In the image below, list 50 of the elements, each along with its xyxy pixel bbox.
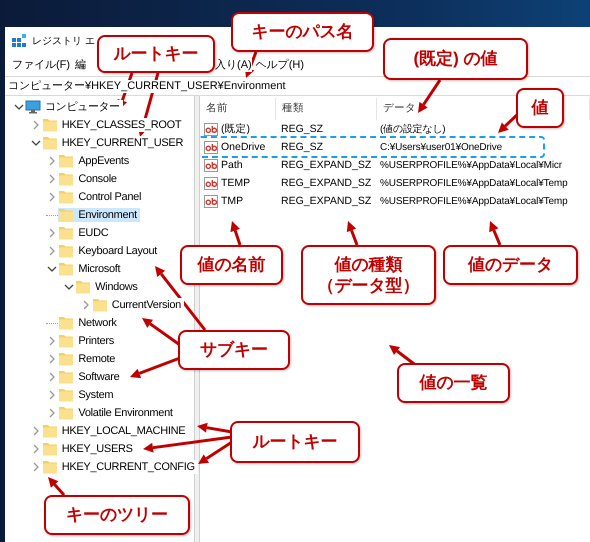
folder-icon	[58, 388, 74, 402]
folder-icon	[58, 154, 74, 168]
callout-text: (既定) の値	[413, 48, 498, 70]
folder-icon	[58, 244, 74, 258]
callout-text: ルートキー	[252, 431, 338, 453]
folder-icon	[42, 424, 58, 438]
callout-text: キーのパス名	[252, 21, 354, 43]
callout-text: サブキー	[200, 339, 268, 361]
menu-item[interactable]: 入り(A)	[215, 59, 252, 72]
folder-icon	[58, 190, 74, 204]
value-data-cell: %USERPROFILE%¥AppData¥Local¥Temp	[377, 176, 568, 190]
column-header[interactable]: 種類	[276, 98, 377, 120]
string-value-icon	[204, 140, 218, 154]
folder-icon	[58, 172, 74, 186]
menu-item[interactable]: ファイル(F)	[12, 59, 70, 72]
string-value-icon	[204, 194, 218, 208]
callout-text: 値の種類	[334, 254, 402, 275]
menu-item[interactable]: ヘルプ(H)	[256, 59, 304, 72]
callout-text: 値	[532, 97, 548, 119]
callout-text: ルートキー	[114, 43, 198, 65]
folder-icon	[58, 208, 74, 222]
callout-text: キーのツリー	[66, 504, 168, 526]
folder-icon	[58, 406, 74, 420]
folder-icon	[42, 136, 58, 150]
value-data-cell: %USERPROFILE%¥AppData¥Local¥Micr	[377, 158, 562, 172]
string-value-icon	[204, 122, 218, 136]
callout-text: 値の名前	[198, 254, 266, 276]
folder-icon	[58, 334, 74, 348]
registry-editor-icon	[11, 33, 27, 49]
computer-icon	[25, 100, 41, 114]
callout-text: （データ型）	[318, 275, 420, 296]
column-header[interactable]: 名前	[200, 98, 276, 120]
string-value-icon	[204, 158, 218, 172]
folder-icon	[42, 118, 58, 132]
menu-item[interactable]: 編	[75, 59, 86, 72]
callout-text: 値の一覧	[420, 372, 488, 394]
address-bar[interactable]: コンピューター¥HKEY_CURRENT_USER¥Environment	[8, 80, 286, 92]
folder-icon	[42, 460, 58, 474]
folder-icon	[58, 262, 74, 276]
folder-icon	[58, 352, 74, 366]
folder-icon	[58, 370, 74, 384]
folder-icon	[42, 442, 58, 456]
folder-icon	[58, 226, 74, 240]
string-value-icon	[204, 176, 218, 190]
value-data-cell: %USERPROFILE%¥AppData¥Local¥Temp	[377, 194, 568, 208]
folder-icon	[75, 280, 92, 294]
folder-icon	[58, 316, 74, 330]
folder-icon	[92, 298, 108, 312]
window-title: レジストリ エ	[32, 34, 95, 48]
callout-text: 値のデータ	[468, 254, 553, 276]
